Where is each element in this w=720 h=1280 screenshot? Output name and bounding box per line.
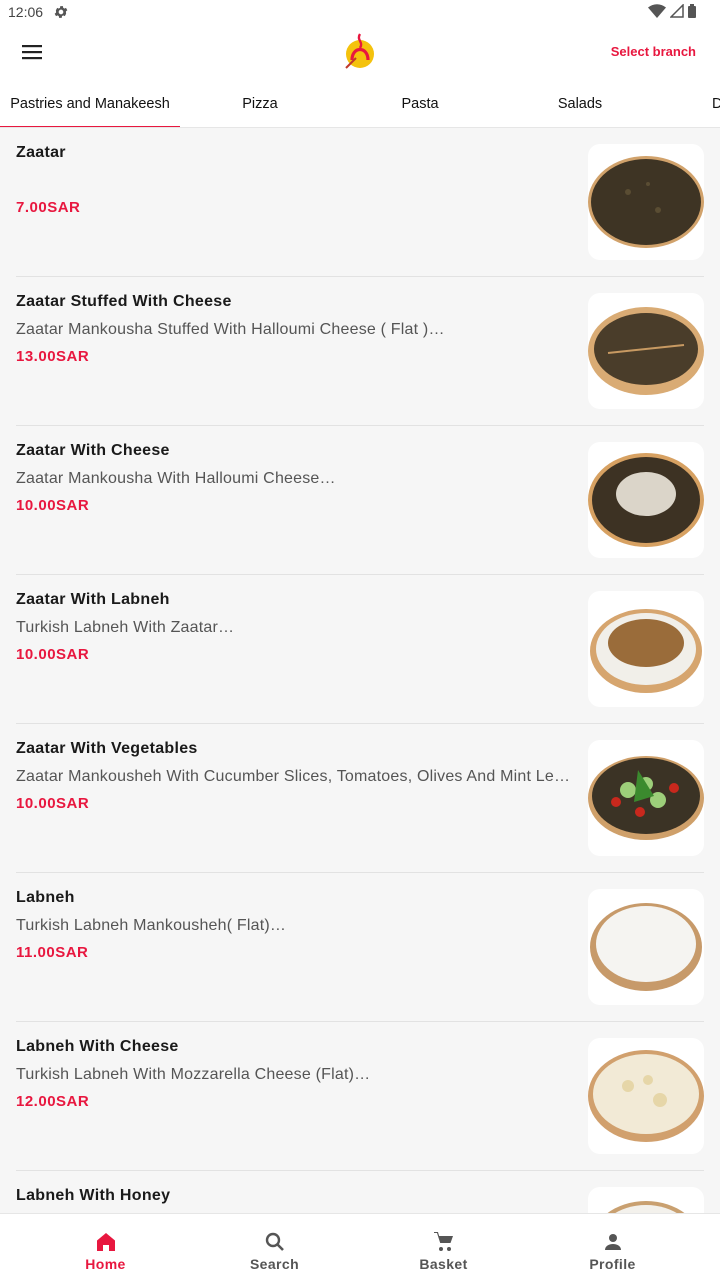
signal-icon — [670, 4, 684, 18]
item-description: Turkish Labneh Mankousheh( Flat)… — [16, 917, 287, 934]
item-name: Zaatar — [16, 144, 66, 161]
item-description: Turkish Labneh With Mozzarella Cheese (F… — [16, 1066, 371, 1083]
zaatar-cheese-image — [588, 453, 704, 547]
item-image[interactable] — [588, 442, 704, 558]
tab-pizza[interactable]: Pizza — [170, 80, 350, 127]
person-icon — [604, 1233, 621, 1250]
tab-salads[interactable]: Salads — [490, 80, 670, 127]
item-image[interactable] — [588, 591, 704, 707]
list-item[interactable]: Zaatar 7.00SAR — [16, 128, 704, 277]
battery-icon — [688, 4, 696, 18]
item-image[interactable] — [588, 144, 704, 260]
item-image[interactable] — [588, 293, 704, 409]
item-price: 10.00SAR — [16, 795, 90, 812]
tab-pasta[interactable]: Pasta — [330, 80, 510, 127]
zaatar-stuffed-image — [588, 307, 704, 395]
wifi-icon — [648, 4, 666, 18]
menu-button[interactable] — [18, 40, 46, 64]
home-icon — [96, 1232, 115, 1251]
item-price: 10.00SAR — [16, 646, 90, 663]
nav-profile-label: Profile — [589, 1255, 636, 1272]
item-description: Zaatar Mankousha Stuffed With Halloumi C… — [16, 321, 445, 338]
nav-profile[interactable]: Profile — [528, 1214, 697, 1280]
list-item[interactable]: Zaatar With Labneh Turkish Labneh With Z… — [16, 575, 704, 724]
item-image[interactable] — [588, 889, 704, 1005]
zaatar-vegetables-image — [588, 756, 704, 840]
item-price: 12.00SAR — [16, 1093, 90, 1110]
item-price: 11.00SAR — [16, 944, 89, 961]
labneh-cheese-image — [588, 1050, 704, 1142]
tab-partial[interactable]: D — [712, 80, 720, 127]
item-name: Labneh With Honey — [16, 1187, 171, 1204]
hamburger-menu-icon — [22, 45, 42, 60]
zaatar-pie-image — [588, 156, 704, 248]
list-item[interactable]: Labneh With Cheese Turkish Labneh With M… — [16, 1022, 704, 1171]
cart-icon — [433, 1231, 453, 1251]
list-item[interactable]: Zaatar With Cheese Zaatar Mankousha With… — [16, 426, 704, 575]
zaatar-labneh-image — [590, 609, 702, 693]
item-description: Zaatar Mankousha With Halloumi Cheese… — [16, 470, 336, 487]
gear-icon — [54, 6, 68, 18]
nav-home[interactable]: Home — [21, 1214, 190, 1280]
item-name: Zaatar With Cheese — [16, 442, 170, 459]
nav-basket-label: Basket — [419, 1255, 468, 1272]
search-icon — [265, 1232, 284, 1251]
item-price: 13.00SAR — [16, 348, 90, 365]
item-image[interactable] — [588, 740, 704, 856]
tab-pastries-and-manakeesh[interactable]: Pastries and Manakeesh — [0, 80, 180, 127]
list-item[interactable]: Labneh Turkish Labneh Mankousheh( Flat)…… — [16, 873, 704, 1022]
item-name: Labneh With Cheese — [16, 1038, 179, 1055]
app-bar: Select branch — [0, 24, 720, 80]
item-price: 7.00SAR — [16, 199, 81, 216]
bottom-navigation: Home Search Basket Profile — [0, 1213, 720, 1280]
item-price: 10.00SAR — [16, 497, 90, 514]
labneh-image — [590, 903, 702, 991]
list-item[interactable]: Zaatar With Vegetables Zaatar Mankousheh… — [16, 724, 704, 873]
item-description: Turkish Labneh With Zaatar… — [16, 619, 235, 636]
status-icons — [648, 4, 696, 18]
item-image[interactable] — [588, 1038, 704, 1154]
nav-basket[interactable]: Basket — [359, 1214, 528, 1280]
item-name: Zaatar With Vegetables — [16, 740, 198, 757]
category-tabs: Pastries and Manakeesh Pizza Pasta Salad… — [0, 80, 720, 128]
product-list: Zaatar 7.00SAR Zaatar Stuffed With Chees… — [0, 128, 720, 1280]
select-branch-button[interactable]: Select branch — [611, 44, 696, 59]
item-name: Zaatar With Labneh — [16, 591, 170, 608]
status-time: 12:06 — [8, 4, 44, 20]
nav-search[interactable]: Search — [190, 1214, 359, 1280]
item-description: Zaatar Mankousheh With Cucumber Slices, … — [16, 768, 571, 785]
nav-home-label: Home — [85, 1255, 126, 1272]
status-bar: 12:06 — [0, 0, 720, 24]
nav-search-label: Search — [249, 1255, 300, 1272]
brand-logo — [345, 33, 374, 69]
item-name: Zaatar Stuffed With Cheese — [16, 293, 232, 310]
item-name: Labneh — [16, 889, 75, 906]
list-item[interactable]: Zaatar Stuffed With Cheese Zaatar Mankou… — [16, 277, 704, 426]
